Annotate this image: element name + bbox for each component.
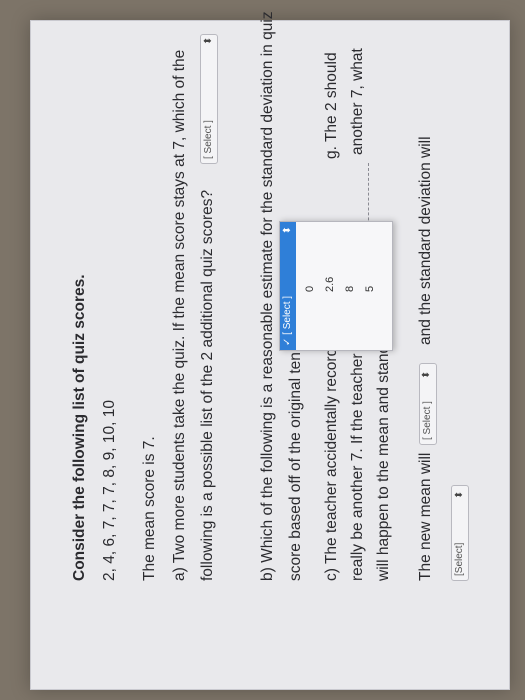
dropdown-option[interactable]: 8 [344, 286, 356, 292]
new-mean-select-label: [ Select ] [422, 401, 433, 440]
part-a-line2: following is a possible list of the 2 ad… [199, 189, 216, 581]
std-dev-dropdown[interactable]: ✓ [ Select ] ⬍ 0 2.6 8 5 [279, 221, 393, 351]
cursor-arrow-icon: ⬍ [282, 226, 293, 235]
scores-list: 2, 4, 6, 7, 7, 7, 8, 9, 10, 10 [101, 400, 118, 581]
chevron-updown-icon: ⬍ [421, 370, 432, 379]
chevron-updown-icon: ⬍ [454, 490, 465, 499]
part-c-line4a: The new mean will [417, 452, 434, 581]
question-panel: Consider the following list of quiz scor… [30, 11, 510, 690]
part-c-line2b: another 7, what [349, 48, 366, 155]
dropdown-selected-label: ✓ [ Select ] [282, 295, 293, 346]
dropdown-option[interactable]: 5 [364, 286, 376, 292]
part-c-line1b: g. The 2 should [323, 52, 340, 159]
part-c-line4b: and the standard deviation will [417, 136, 434, 345]
sd-select-label: [Select] [454, 542, 465, 576]
part-a-line1: a) Two more students take the quiz. If t… [171, 49, 188, 581]
dropdown-option[interactable]: 2.6 [324, 277, 336, 292]
part-b-line1: b) Which of the following is a reasonabl… [259, 11, 276, 581]
chevron-updown-icon: ⬍ [203, 36, 214, 45]
part-a-select-label: [ Select ] [203, 120, 214, 159]
sd-select[interactable]: [Select] [451, 485, 469, 581]
part-a-select[interactable]: [ Select ] [200, 34, 218, 164]
dropdown-selected-option[interactable]: ✓ [ Select ] ⬍ [280, 222, 296, 350]
mean-statement: The mean score is 7. [141, 436, 158, 581]
dropdown-option[interactable]: 0 [304, 286, 316, 292]
question-heading: Consider the following list of quiz scor… [71, 274, 88, 581]
